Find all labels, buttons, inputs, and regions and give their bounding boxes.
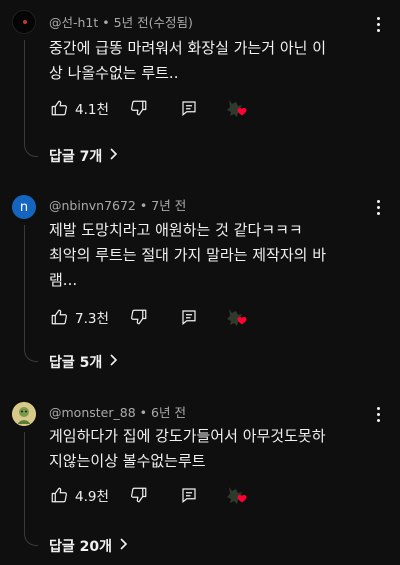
avatar-letter: n: [19, 199, 29, 215]
comment-meta: @nbinvn7672 • 7년 전: [49, 195, 186, 214]
replies-label: 답글 20개: [49, 539, 112, 555]
comment-line: 제발 도망치라고 애원하는 것 같다ㅋㅋㅋ: [49, 221, 303, 239]
thumb-down-icon[interactable]: [129, 485, 149, 505]
comment-2: n @nbinvn7672 • 7년 전 제발 도망치라고 애원하는 것 같다ㅋㅋㅋ…: [0, 190, 400, 395]
reply-icon[interactable]: [179, 98, 199, 118]
comment-actions: 4.9천: [49, 484, 249, 506]
creator-heart-icon: [225, 97, 249, 119]
comment-time[interactable]: 6년 전: [151, 405, 186, 420]
thumb-down-icon[interactable]: [129, 98, 149, 118]
thumb-up-icon[interactable]: [49, 307, 69, 327]
like-count: 7.3천: [75, 311, 109, 327]
creator-heart-icon: [225, 484, 249, 506]
reply-icon[interactable]: [179, 307, 199, 327]
author-handle[interactable]: @선-h1t: [49, 15, 98, 30]
comment-meta: @선-h1t • 5년 전(수정됨): [49, 12, 193, 31]
thumb-up-icon[interactable]: [49, 485, 69, 505]
thumb-up-icon[interactable]: [49, 98, 69, 118]
view-replies-button[interactable]: 답글 5개: [49, 352, 118, 372]
thumb-down-icon[interactable]: [129, 307, 149, 327]
author-handle[interactable]: @nbinvn7672: [49, 198, 136, 213]
chevron-right-icon: [108, 148, 118, 164]
thread-curve: [24, 143, 38, 157]
comment-1: @선-h1t • 5년 전(수정됨) 중간에 급똥 마려워서 화장실 가는거 아닌 …: [0, 0, 400, 190]
comment-line: 상 나올수없는 루트..: [49, 64, 179, 82]
view-replies-button[interactable]: 답글 7개: [49, 146, 118, 166]
comment-time[interactable]: 7년 전: [151, 198, 186, 213]
replies-label: 답글 7개: [49, 149, 103, 165]
comment-line: 최악의 루트는 절대 가지 말라는 제작자의 바: [49, 246, 327, 264]
view-replies-button[interactable]: 답글 20개: [49, 536, 128, 556]
author-avatar[interactable]: n: [12, 195, 36, 219]
chevron-right-icon: [108, 354, 118, 370]
comment-text: 중간에 급똥 마려워서 화장실 가는거 아닌 이 상 나올수없는 루트..: [49, 36, 376, 86]
author-avatar[interactable]: [12, 10, 36, 34]
chevron-right-icon: [118, 538, 128, 554]
replies-label: 답글 5개: [49, 355, 103, 371]
comment-text: 제발 도망치라고 애원하는 것 같다ㅋㅋㅋ 최악의 루트는 절대 가지 말라는 …: [49, 218, 376, 293]
author-avatar[interactable]: [12, 402, 36, 426]
reply-icon[interactable]: [179, 485, 199, 505]
thread-line: [24, 225, 25, 349]
comment-line: 지않는이상 볼수없는루트: [49, 452, 206, 470]
thread-curve: [24, 348, 38, 362]
thread-curve: [24, 532, 38, 546]
comment-line: 게임하다가 집에 강도가들어서 아무것도못하: [49, 427, 326, 445]
comment-actions: 4.1천: [49, 97, 249, 119]
comment-time[interactable]: 5년 전(수정됨): [114, 15, 193, 30]
meta-separator: •: [139, 198, 148, 213]
comment-actions: 7.3천: [49, 306, 249, 328]
more-options-button[interactable]: [370, 404, 386, 424]
comment-3: @monster_88 • 6년 전 게임하다가 집에 강도가들어서 아무것도못하 …: [0, 395, 400, 565]
thread-line: [24, 432, 25, 533]
meta-separator: •: [139, 405, 148, 420]
author-handle[interactable]: @monster_88: [49, 405, 136, 420]
more-options-button[interactable]: [370, 197, 386, 217]
comment-text: 게임하다가 집에 강도가들어서 아무것도못하 지않는이상 볼수없는루트: [49, 424, 376, 474]
more-options-button[interactable]: [370, 14, 386, 34]
thread-line: [24, 40, 25, 144]
like-count: 4.1천: [75, 102, 109, 118]
comment-meta: @monster_88 • 6년 전: [49, 402, 186, 421]
meta-separator: •: [102, 15, 110, 30]
comment-line: 중간에 급똥 마려워서 화장실 가는거 아닌 이: [49, 39, 327, 57]
comment-line: 램...: [49, 271, 78, 289]
creator-heart-icon: [225, 306, 249, 328]
like-count: 4.9천: [75, 489, 109, 505]
